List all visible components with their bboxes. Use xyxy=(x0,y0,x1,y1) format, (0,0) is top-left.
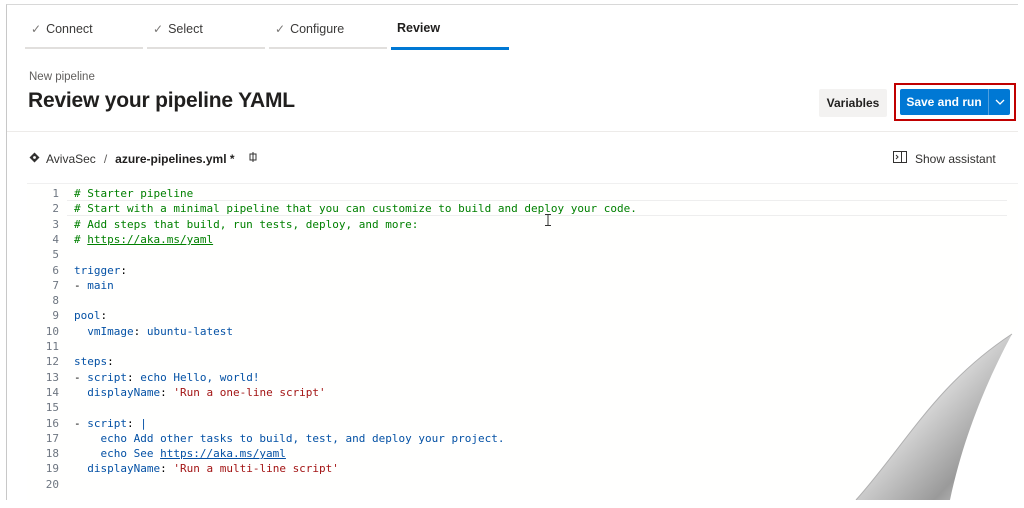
code-line[interactable]: 8 xyxy=(27,293,1007,309)
code-text: - main xyxy=(74,278,114,292)
code-text: steps: xyxy=(74,355,114,369)
step-underline-active xyxy=(391,47,509,50)
step-label: Select xyxy=(168,22,203,36)
code-text: # Starter pipeline xyxy=(74,187,194,200)
code-line[interactable]: 4 # https://aka.ms/yaml xyxy=(27,232,1007,248)
line-number: 3 xyxy=(52,217,59,231)
code-line[interactable]: 6 trigger: xyxy=(27,263,1007,279)
line-number: 12 xyxy=(45,355,59,369)
code-line[interactable]: 5 xyxy=(27,247,1007,263)
step-review[interactable]: Review xyxy=(391,5,513,51)
page-subtitle: New pipeline xyxy=(29,71,95,83)
code-text: pool: xyxy=(74,309,108,323)
line-number: 1 xyxy=(52,187,59,200)
code-line[interactable]: 13 - script: echo Hello, world! xyxy=(27,370,1007,386)
step-select[interactable]: ✓ Select xyxy=(147,5,269,51)
line-number: 20 xyxy=(45,477,59,491)
rename-icon[interactable] xyxy=(247,151,259,166)
check-icon: ✓ xyxy=(275,22,286,36)
code-line[interactable]: 17 echo Add other tasks to build, test, … xyxy=(27,431,1007,447)
step-label: Configure xyxy=(290,22,345,36)
line-number: 6 xyxy=(52,263,59,277)
code-text: vmImage: ubuntu-latest xyxy=(87,324,233,338)
step-configure[interactable]: ✓ Configure xyxy=(269,5,391,51)
chevron-down-icon[interactable] xyxy=(989,99,1010,105)
file-breadcrumb: AvivaSec / azure-pipelines.yml * xyxy=(29,151,259,166)
step-underline xyxy=(269,47,387,49)
repo-name[interactable]: AvivaSec xyxy=(46,152,96,166)
line-number: 14 xyxy=(45,385,59,399)
line-number: 19 xyxy=(45,462,59,476)
code-line[interactable]: 3 # Add steps that build, run tests, depl… xyxy=(27,217,1007,233)
code-text: # https://aka.ms/yaml xyxy=(74,232,214,246)
repo-icon xyxy=(29,152,40,166)
code-line[interactable]: 1 # Starter pipeline xyxy=(27,186,1007,202)
line-number: 15 xyxy=(45,401,59,415)
line-number: 16 xyxy=(45,416,59,430)
code-line[interactable]: 20 xyxy=(27,477,1007,493)
code-text: - script: echo Hello, world! xyxy=(74,370,260,384)
line-number: 18 xyxy=(45,447,59,461)
line-number: 10 xyxy=(45,324,59,338)
check-icon: ✓ xyxy=(31,22,42,36)
code-line[interactable]: 9 pool: xyxy=(27,308,1007,324)
check-icon: ✓ xyxy=(153,22,164,36)
save-run-highlight: Save and run xyxy=(894,83,1016,121)
code-line[interactable]: 10 vmImage: ubuntu-latest xyxy=(27,324,1007,340)
save-and-run-label: Save and run xyxy=(906,95,982,109)
yaml-editor[interactable]: 1 # Starter pipeline 2 # Start with a minim… xyxy=(27,183,1018,500)
file-name[interactable]: azure-pipelines.yml * xyxy=(115,152,234,166)
text-cursor-icon xyxy=(545,214,551,226)
line-number: 4 xyxy=(52,232,59,246)
show-assistant-toggle[interactable]: Show assistant xyxy=(893,151,996,166)
code-line[interactable]: 12 steps: xyxy=(27,354,1007,370)
wizard-steps: ✓ Connect ✓ Select ✓ Configure Review xyxy=(25,5,513,51)
code-text: - script: | xyxy=(74,416,147,430)
step-label: Connect xyxy=(46,22,93,36)
line-number: 7 xyxy=(52,278,59,292)
code-text: trigger: xyxy=(74,263,127,277)
code-text: displayName: 'Run a multi-line script' xyxy=(87,462,339,476)
page-frame: ✓ Connect ✓ Select ✓ Configure Review Ne… xyxy=(6,4,1018,500)
code-line[interactable]: 11 xyxy=(27,339,1007,355)
step-underline xyxy=(25,47,143,49)
header-divider xyxy=(7,131,1018,132)
step-label: Review xyxy=(397,21,441,35)
line-number: 17 xyxy=(45,431,59,445)
variables-button[interactable]: Variables xyxy=(819,89,887,117)
code-text: displayName: 'Run a one-line script' xyxy=(87,385,326,399)
line-number: 2 xyxy=(52,202,59,216)
line-number: 11 xyxy=(45,340,59,353)
save-and-run-button[interactable]: Save and run xyxy=(900,89,1010,115)
line-number: 13 xyxy=(45,370,59,384)
code-line[interactable]: 16 - script: | xyxy=(27,416,1007,432)
code-line[interactable]: 19 displayName: 'Run a multi-line script… xyxy=(27,461,1007,477)
breadcrumb-separator: / xyxy=(103,151,108,166)
code-line[interactable]: 14 displayName: 'Run a one-line script' xyxy=(27,385,1007,401)
code-line[interactable]: 2 # Start with a minimal pipeline that yo… xyxy=(27,201,1007,217)
page-title: Review your pipeline YAML xyxy=(28,89,295,112)
line-number: 9 xyxy=(52,309,59,323)
step-underline xyxy=(147,47,265,49)
code-line[interactable]: 15 xyxy=(27,400,1007,416)
step-connect[interactable]: ✓ Connect xyxy=(25,5,147,51)
show-assistant-label: Show assistant xyxy=(915,151,996,166)
code-line[interactable]: 7 - main xyxy=(27,278,1007,294)
code-text: echo See https://aka.ms/yaml xyxy=(74,447,286,461)
line-number: 8 xyxy=(52,294,59,308)
code-text: # Start with a minimal pipeline that you… xyxy=(74,202,637,216)
code-text: # Add steps that build, run tests, deplo… xyxy=(74,217,419,231)
code-line[interactable]: 18 echo See https://aka.ms/yaml xyxy=(27,446,1007,462)
panel-icon xyxy=(893,151,907,166)
code-text: echo Add other tasks to build, test, and… xyxy=(74,431,505,445)
page-content: ✓ Connect ✓ Select ✓ Configure Review Ne… xyxy=(6,4,1018,500)
line-number: 5 xyxy=(52,248,59,262)
